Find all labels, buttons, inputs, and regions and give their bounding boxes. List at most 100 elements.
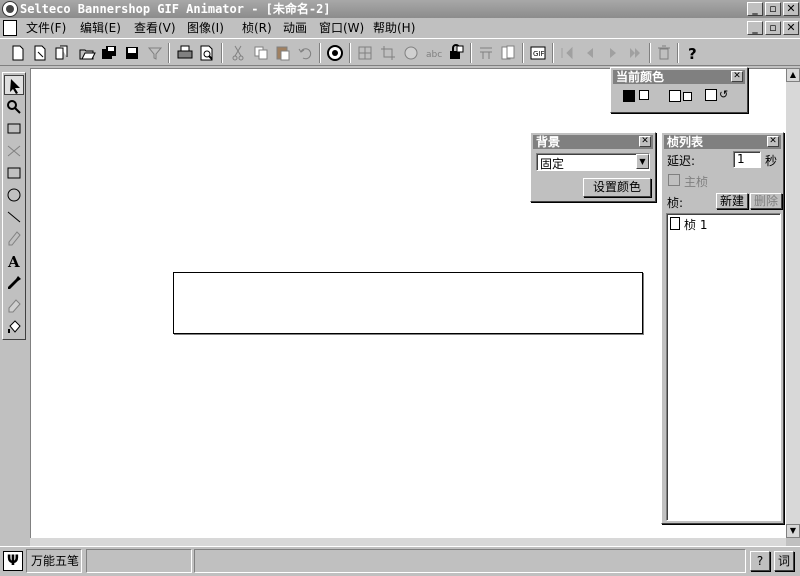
split-icon[interactable] [476, 43, 496, 63]
new-from-image-icon[interactable] [30, 43, 50, 63]
resize-icon[interactable] [355, 43, 375, 63]
ime-word-button[interactable]: 词 [774, 551, 794, 571]
toolbar-separator [552, 43, 554, 63]
prev-frame-icon[interactable] [580, 43, 600, 63]
toolbar-separator [470, 43, 472, 63]
delay-unit: 秒 [765, 154, 778, 168]
help-icon[interactable]: ? [683, 43, 703, 63]
doc-minimize-button[interactable]: _ [747, 21, 763, 35]
default-colors-icon[interactable] [705, 89, 717, 101]
scroll-up-icon[interactable]: ▲ [786, 68, 800, 82]
svg-text:GIF: GIF [533, 50, 545, 58]
vertical-scrollbar[interactable]: ▲ ▼ [786, 68, 800, 538]
doc-close-button[interactable]: ✕ [783, 21, 799, 35]
crop-icon[interactable] [378, 43, 398, 63]
close-button[interactable]: ✕ [783, 2, 799, 16]
menu-frame[interactable]: 桢(R) [242, 20, 272, 36]
print-preview-icon[interactable] [197, 43, 217, 63]
chevron-down-icon[interactable]: ▼ [636, 154, 649, 169]
print-icon[interactable] [175, 43, 195, 63]
first-frame-icon[interactable] [557, 43, 577, 63]
window-title: Selteco Bannershop GIF Animator - [未命名-2… [20, 2, 331, 16]
background-mode-select[interactable]: 固定 ▼ [536, 153, 650, 171]
restore-button[interactable]: ▫ [765, 2, 781, 16]
ime-status[interactable]: 万能五笔 [26, 549, 82, 573]
effects-icon[interactable] [401, 43, 421, 63]
lock-icon[interactable] [446, 43, 466, 63]
open-icon[interactable] [77, 43, 97, 63]
cut-icon[interactable] [228, 43, 248, 63]
delete-frame-icon[interactable] [654, 43, 674, 63]
frames-label: 桢: [667, 196, 684, 210]
menu-window[interactable]: 窗口(W) [319, 20, 364, 36]
bg-swap-icon[interactable] [683, 92, 692, 101]
panel-title-text: 桢列表 [667, 135, 704, 149]
list-item[interactable]: 桢 1 [669, 216, 729, 232]
eyedropper-icon[interactable] [4, 273, 24, 293]
scroll-down-icon[interactable]: ▼ [786, 524, 800, 538]
text-tool-icon[interactable]: A [4, 251, 24, 271]
close-icon[interactable]: ✕ [767, 136, 779, 147]
save-icon[interactable] [122, 43, 142, 63]
text-icon[interactable]: abc [424, 43, 444, 63]
panel-title-text: 背景 [536, 135, 561, 149]
doc-restore-button[interactable]: ▫ [765, 21, 781, 35]
fill-bucket-icon[interactable] [4, 317, 24, 337]
delay-input[interactable]: 1 [733, 151, 761, 168]
ellipse-icon[interactable] [4, 185, 24, 205]
title-bar: Selteco Bannershop GIF Animator - [未命名-2… [0, 0, 800, 18]
frame-icon[interactable] [498, 43, 518, 63]
svg-text:abc: abc [426, 50, 442, 60]
pencil-icon[interactable] [4, 229, 24, 249]
preview-animation-icon[interactable] [325, 43, 345, 63]
undo-icon[interactable] [296, 43, 316, 63]
delete-frame-button[interactable]: 删除 [750, 193, 782, 209]
frame-rect-icon[interactable] [4, 119, 24, 139]
toolbar-separator [349, 43, 351, 63]
paste-icon[interactable] [273, 43, 293, 63]
select-arrow-icon[interactable] [4, 75, 24, 95]
zoom-icon[interactable] [4, 97, 24, 117]
toolbar-separator [677, 43, 679, 63]
menu-animation[interactable]: 动画 [283, 20, 307, 36]
copy-doc-icon[interactable] [52, 43, 72, 63]
rotate-colors-icon[interactable]: ↺ [719, 89, 731, 101]
menu-help[interactable]: 帮助(H) [373, 20, 415, 36]
minimize-button[interactable]: _ [747, 2, 763, 16]
eraser-icon[interactable] [4, 295, 24, 315]
horizontal-scrollbar[interactable] [30, 538, 786, 546]
menu-view[interactable]: 查看(V) [134, 20, 176, 36]
current-color-title: 当前颜色 ✕ [613, 70, 745, 84]
banner-canvas[interactable] [173, 272, 643, 334]
next-frame-icon[interactable] [603, 43, 623, 63]
line-icon[interactable] [4, 207, 24, 227]
frame-doc-icon [670, 217, 680, 230]
close-icon[interactable]: ✕ [639, 136, 651, 147]
frame-list[interactable]: 桢 1 [666, 213, 781, 521]
background-color-swatch[interactable] [669, 90, 681, 102]
app-icon[interactable] [2, 1, 18, 17]
panel-title-text: 当前颜色 [616, 70, 665, 84]
menu-edit[interactable]: 编辑(E) [80, 20, 121, 36]
ime-help-button[interactable]: ? [750, 551, 770, 571]
copy-icon[interactable] [251, 43, 271, 63]
set-color-button[interactable]: 设置颜色 [583, 178, 651, 197]
menu-image[interactable]: 图像(I) [187, 20, 224, 36]
rectangle-icon[interactable] [4, 163, 24, 183]
new-icon[interactable] [8, 43, 28, 63]
optimize-icon[interactable]: GIF [528, 43, 548, 63]
document-icon[interactable] [3, 20, 17, 36]
filter-icon[interactable] [145, 43, 165, 63]
ime-logo-icon[interactable]: Ψ [3, 551, 23, 571]
toolbar-separator [221, 43, 223, 63]
scissors-icon[interactable] [4, 141, 24, 161]
new-frame-button[interactable]: 新建 [716, 193, 748, 209]
menu-file[interactable]: 文件(F) [26, 20, 66, 36]
foreground-color-swatch[interactable] [623, 90, 635, 102]
main-frame-checkbox[interactable] [668, 174, 680, 186]
close-icon[interactable]: ✕ [731, 71, 743, 82]
swap-color-icon[interactable] [639, 90, 649, 100]
tool-palette: A [2, 72, 26, 340]
save-all-icon[interactable] [99, 43, 119, 63]
last-frame-icon[interactable] [625, 43, 645, 63]
